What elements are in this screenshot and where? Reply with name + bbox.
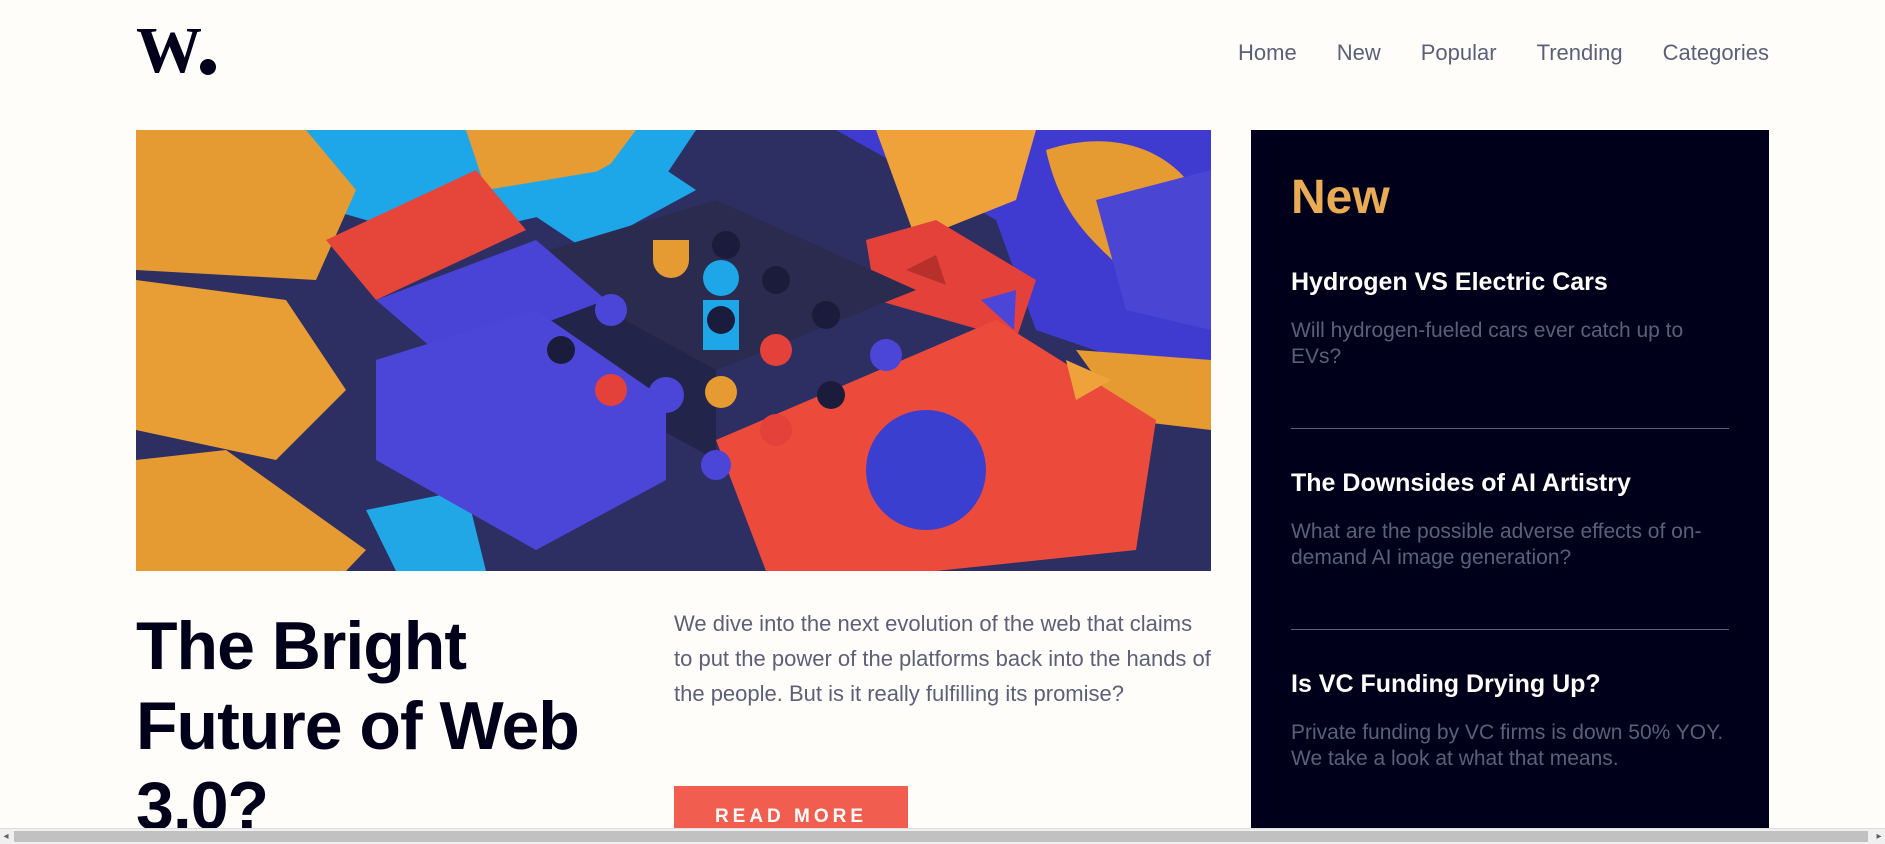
article-description: Private funding by VC firms is down 50% …	[1291, 721, 1724, 770]
article-description: What are the possible adverse effects of…	[1291, 520, 1702, 569]
nav-new[interactable]: New	[1337, 40, 1381, 66]
list-item: Hydrogen VS Electric Cars Will hydrogen-…	[1291, 226, 1729, 429]
main-nav: Home New Popular Trending Categories	[1238, 40, 1769, 66]
triangle-left-icon[interactable]: ◂	[0, 829, 12, 844]
triangle-right-icon[interactable]: ▸	[1873, 829, 1885, 844]
abstract-blocks-illustration	[136, 130, 1211, 571]
hero-title: The Bright Future of Web 3.0?	[136, 608, 580, 844]
nav-categories[interactable]: Categories	[1663, 40, 1769, 66]
page: W Home New Popular Trending Categories T…	[0, 0, 1885, 844]
scrollbar-thumb[interactable]	[14, 831, 1868, 842]
site-logo[interactable]: W	[136, 14, 220, 87]
hero-description: We dive into the next evolution of the w…	[674, 611, 1211, 706]
nav-home[interactable]: Home	[1238, 40, 1297, 66]
article-title[interactable]: Hydrogen VS Electric Cars	[1291, 266, 1729, 298]
article-title[interactable]: The Downsides of AI Artistry	[1291, 467, 1729, 499]
sidebar-title: New	[1291, 171, 1390, 224]
logo-w-icon: W	[136, 14, 216, 87]
svg-text:W: W	[136, 22, 201, 78]
new-articles-sidebar: New Hydrogen VS Electric Cars Will hydro…	[1251, 130, 1769, 830]
nav-trending[interactable]: Trending	[1537, 40, 1623, 66]
nav-popular[interactable]: Popular	[1421, 40, 1497, 66]
horizontal-scrollbar[interactable]: ◂ ▸	[0, 828, 1885, 844]
list-item: Is VC Funding Drying Up? Private funding…	[1291, 630, 1729, 830]
hero-image	[136, 130, 1211, 571]
list-item: The Downsides of AI Artistry What are th…	[1291, 429, 1729, 630]
article-description: Will hydrogen-fueled cars ever catch up …	[1291, 319, 1684, 368]
article-title[interactable]: Is VC Funding Drying Up?	[1291, 668, 1729, 700]
